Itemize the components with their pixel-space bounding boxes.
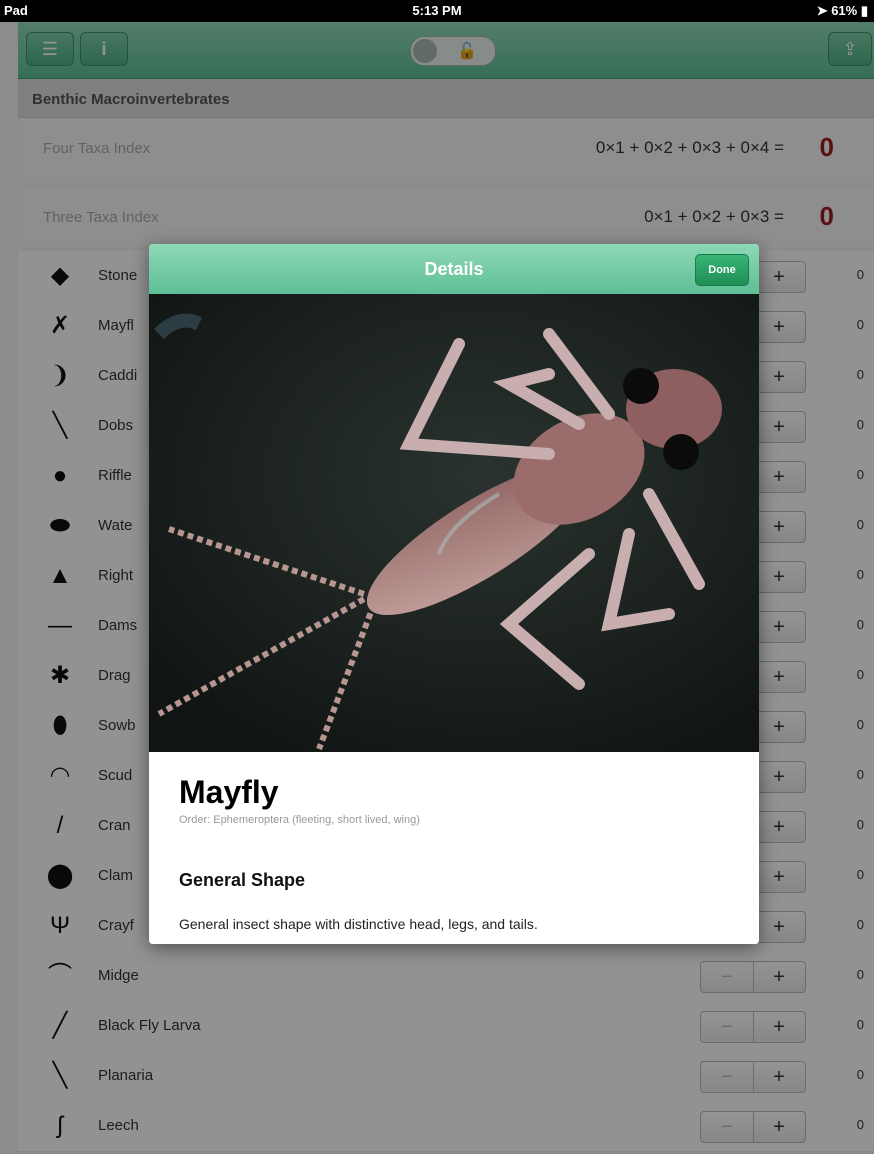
species-info: Mayfly Order: Ephemeroptera (fleeting, s… [149,752,759,944]
modal-title: Details [424,259,484,279]
clock: 5:13 PM [412,3,462,18]
modal-header: Details Done [149,244,759,294]
mayfly-illustration [149,294,759,752]
shape-heading: General Shape [179,870,306,890]
battery-percent: 61% [831,3,858,18]
shape-description: General insect shape with distinctive he… [179,916,538,932]
species-name: Mayfly [179,774,279,810]
done-button[interactable]: Done [695,254,749,286]
app-frame: Pad 5:13 PM ➤ 61% ▮ ☰ i 🔓 ⇪ Benthic Macr… [0,0,874,1154]
details-modal: Details Done Mayfly Order: Ephemeroptera… [149,244,759,944]
status-bar: Pad 5:13 PM ➤ 61% ▮ [0,0,874,22]
battery-label: ➤ 61% ▮ [816,3,868,18]
species-order: Order: Ephemeroptera (fleeting, short li… [179,814,420,826]
mayfly-photo [149,294,759,752]
